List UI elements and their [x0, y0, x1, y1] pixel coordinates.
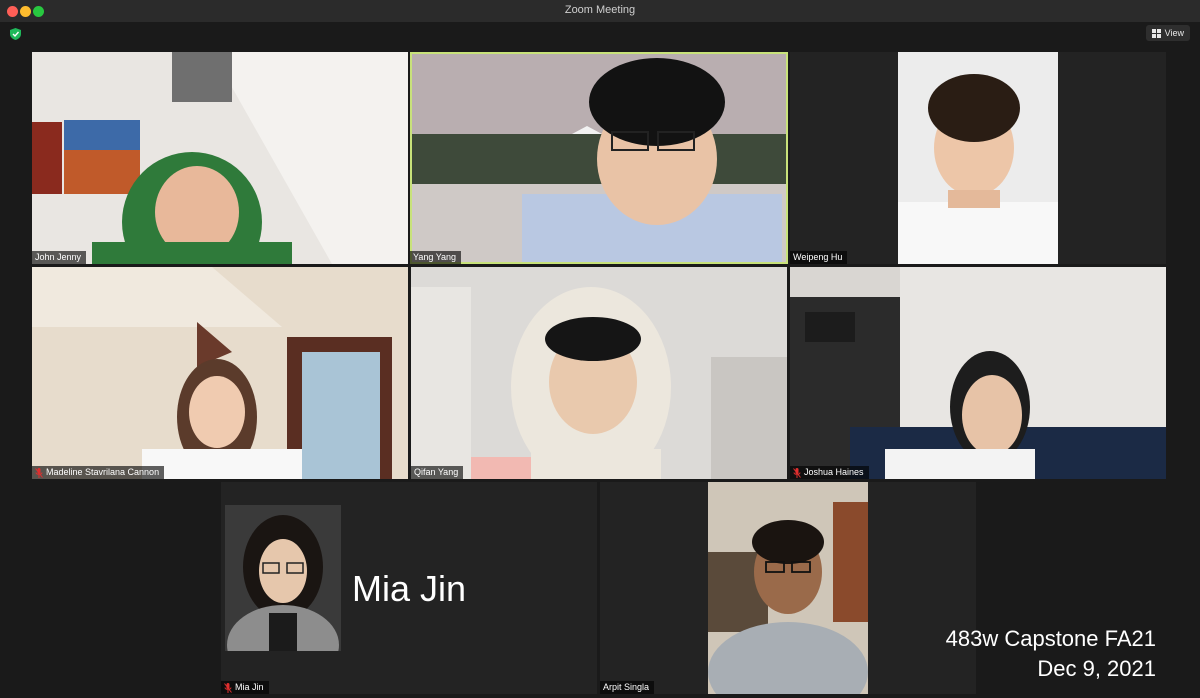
participant-video [708, 482, 868, 694]
participant-name: Mia Jin [235, 682, 264, 692]
participant-name-tag: Arpit Singla [600, 681, 655, 694]
window-titlebar: Zoom Meeting [0, 0, 1200, 23]
view-button-label: View [1164, 28, 1184, 38]
video-tile-yang-yang[interactable]: Yang Yang [410, 52, 788, 264]
microphone-muted-icon [35, 467, 43, 478]
view-button[interactable]: View [1145, 25, 1190, 41]
meeting-topbar: View [0, 22, 1200, 44]
meeting-caption: 483w Capstone FA21 Dec 9, 2021 [946, 624, 1156, 684]
participant-video [412, 54, 786, 262]
video-tile-madeline-cannon[interactable]: Madeline Stavrilana Cannon [32, 267, 408, 479]
participant-name-tag: Qifan Yang [411, 466, 464, 479]
caption-date: Dec 9, 2021 [1037, 656, 1156, 681]
video-tile-weipeng-hu[interactable]: Weipeng Hu [790, 52, 1166, 264]
participant-display-name: Mia Jin [352, 568, 467, 609]
participant-name: Yang Yang [413, 252, 457, 262]
grid-view-icon [1151, 28, 1161, 38]
video-tile-mia-jin[interactable]: Mia Jin Mia Jin [221, 482, 597, 694]
participant-name-tag: John Jenny [32, 251, 87, 264]
microphone-muted-icon [793, 467, 801, 478]
participant-name: Weipeng Hu [793, 252, 843, 262]
participant-video [898, 52, 1058, 264]
participant-name: Madeline Stavrilana Cannon [46, 467, 160, 477]
participant-name: John Jenny [35, 252, 82, 262]
participant-video [32, 267, 408, 479]
participant-name: Arpit Singla [603, 682, 650, 692]
participant-name: Qifan Yang [414, 467, 459, 477]
participant-name: Joshua Haines [804, 467, 864, 477]
profile-picture [225, 505, 341, 651]
participant-video [411, 267, 787, 479]
encryption-shield-icon[interactable] [10, 28, 21, 40]
participant-name-tag: Joshua Haines [790, 466, 869, 479]
participant-name-tag: Madeline Stavrilana Cannon [32, 466, 165, 479]
window-title: Zoom Meeting [564, 4, 636, 16]
video-tile-john-jenny[interactable]: John Jenny [32, 52, 408, 264]
participant-name-tag: Weipeng Hu [790, 251, 848, 264]
participant-video [32, 52, 408, 264]
video-tile-qifan-yang[interactable]: Qifan Yang [411, 267, 787, 479]
participant-name-tag: Yang Yang [410, 251, 462, 264]
caption-course: 483w Capstone FA21 [945, 626, 1156, 651]
microphone-muted-icon [224, 682, 232, 693]
participant-name-tag: Mia Jin [221, 681, 269, 694]
participant-video [790, 267, 1166, 479]
video-tile-arpit-singla[interactable]: Arpit Singla [600, 482, 976, 694]
video-tile-joshua-haines[interactable]: Joshua Haines [790, 267, 1166, 479]
